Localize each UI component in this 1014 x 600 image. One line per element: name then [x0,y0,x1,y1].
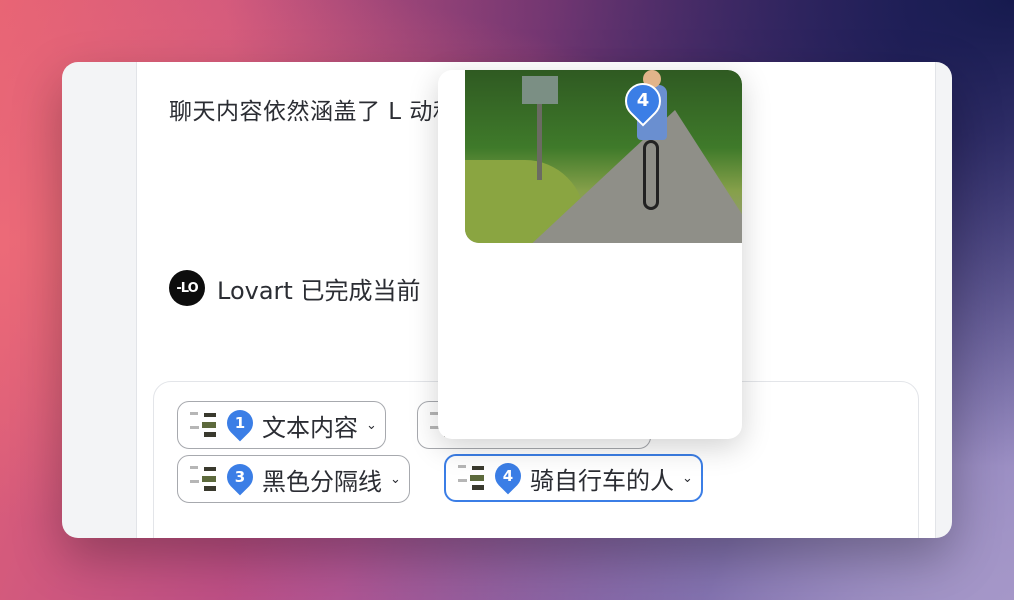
image-preview-popover: 4 [438,70,742,439]
marker-pin-icon[interactable]: 4 [617,75,669,127]
cyclist-photo: 4 [465,70,742,243]
status-row: -LO Lovart 已完成当前 [169,270,420,306]
marker-pin-icon: 4 [489,457,527,495]
image-thumbnail-icon [190,464,218,494]
lovart-logo-icon: -LO [169,270,205,306]
chevron-down-icon[interactable]: ⌄ [390,472,401,487]
marker-pin-icon: 3 [221,458,259,496]
chevron-down-icon[interactable]: ⌄ [682,471,693,486]
chip-label: 黑色分隔线 [262,467,382,496]
reference-chip-1[interactable]: 1 文本内容 ⌄ [177,401,386,449]
chip-label: 文本内容 [262,413,358,442]
image-thumbnail-icon [190,410,218,440]
status-text: Lovart 已完成当前 [217,276,421,305]
image-thumbnail-icon [458,463,486,493]
chip-label: 骑自行车的人 [530,466,674,495]
reference-chip-4[interactable]: 4 骑自行车的人 ⌄ [444,454,703,502]
chevron-down-icon[interactable]: ⌄ [366,418,377,433]
reference-chip-3[interactable]: 3 黑色分隔线 ⌄ [177,455,410,503]
marker-pin-icon: 1 [221,404,259,442]
